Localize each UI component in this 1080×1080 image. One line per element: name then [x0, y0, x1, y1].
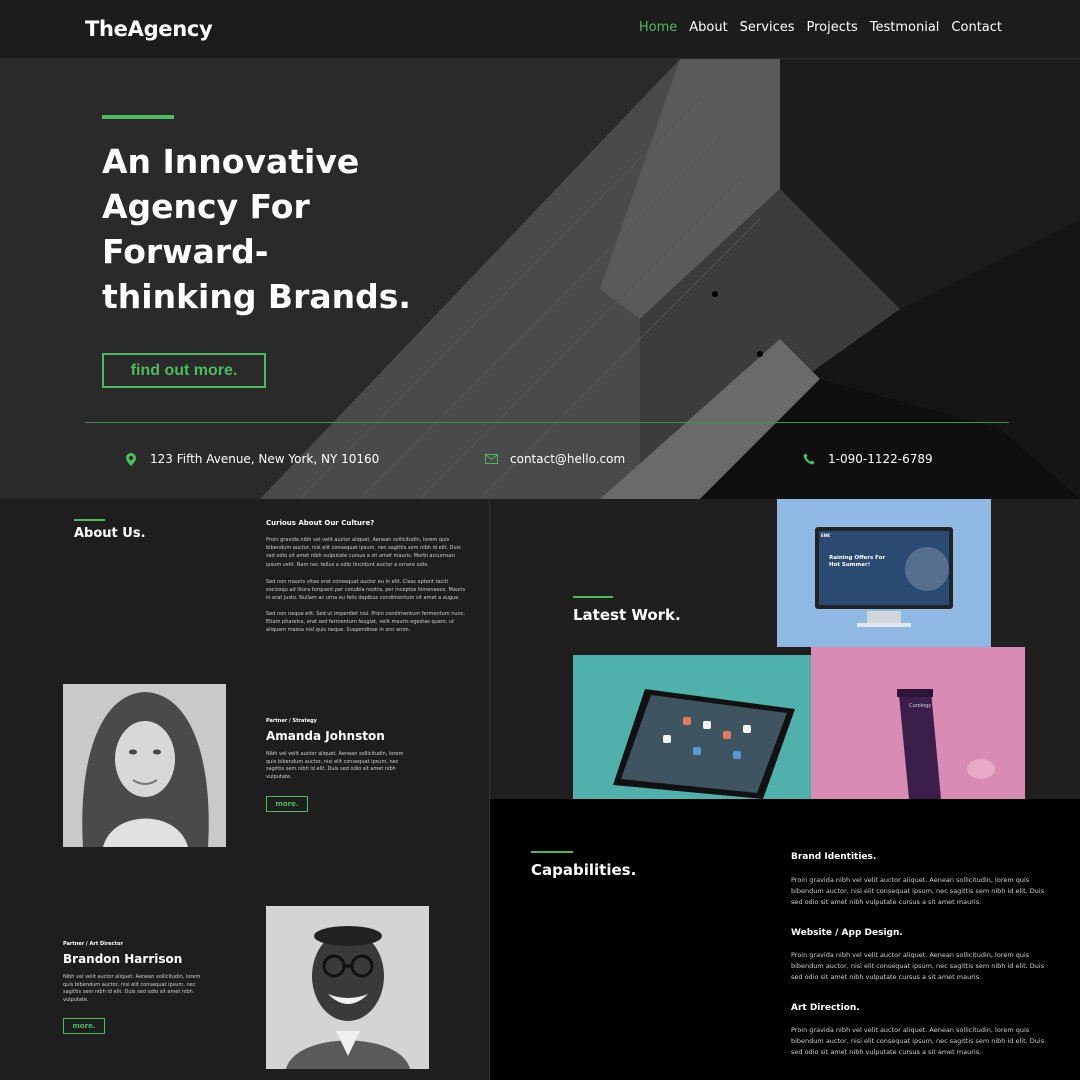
about-section: About Us. Curious About Our Culture? Pro…	[0, 499, 488, 1080]
nav-link-projects[interactable]: Projects	[807, 20, 858, 35]
capability-text: Proin gravida nibh vel velit auctor aliq…	[791, 951, 1045, 981]
project-tablet-tile[interactable]	[573, 655, 811, 799]
capability-heading: Brand Identities.	[791, 852, 877, 862]
project-monitor-tile[interactable]: ENK Raining Offers For Hot Summer!	[777, 499, 991, 647]
about-paragraph: Sed non neque elit. Sed ut imperdiet nis…	[266, 611, 466, 634]
contact-email[interactable]: contact@hello.com	[484, 452, 625, 466]
team-name: Brandon Harrison	[63, 952, 183, 966]
email-text[interactable]: contact@hello.com	[510, 452, 625, 466]
nav-link-services[interactable]: Services	[740, 20, 795, 35]
nav-links: Home About Services Projects Testmonial …	[639, 20, 1002, 35]
capability-heading: Website / App Design.	[791, 928, 903, 938]
team-bio: Nibh vel velit auctor aliquet. Aenean so…	[63, 974, 201, 1003]
capabilities-section: Capabilities. Brand Identities. Proin gr…	[489, 799, 1080, 1080]
address-text: 123 Fifth Avenue, New York, NY 10160	[150, 452, 380, 466]
top-navbar: TheAgency Home About Services Projects T…	[0, 0, 1080, 59]
monitor-brand: ENK	[821, 533, 831, 538]
team-bio: Nibh vel velit auctor aliquet. Aenean so…	[266, 751, 404, 780]
about-paragraph: Proin gravida nibh vel velit auctor aliq…	[266, 537, 461, 568]
more-button[interactable]: more.	[266, 796, 308, 812]
capability-heading: Art Direction.	[791, 1003, 860, 1013]
about-subtitle: Curious About Our Culture?	[266, 519, 375, 527]
work-title: Latest Work.	[573, 606, 681, 624]
hero-section: An Innovative Agency For Forward-thinkin…	[0, 59, 1080, 499]
monitor-headline: Raining Offers For Hot Summer!	[829, 555, 886, 568]
hero-accent-bar	[102, 115, 174, 119]
about-paragraph: Sed non mauris vitae erat consequat auct…	[266, 579, 466, 602]
more-button[interactable]: more.	[63, 1018, 105, 1034]
capabilities-title: Capabilities.	[531, 861, 637, 879]
avatar-amanda-johnston	[63, 684, 226, 847]
avatar-brandon-harrison	[266, 906, 429, 1069]
nav-link-testimonial[interactable]: Testmonial	[870, 20, 940, 35]
about-title: About Us.	[74, 526, 146, 541]
find-out-more-button[interactable]: find out more.	[102, 353, 266, 388]
capabilities-accent-bar	[531, 851, 573, 853]
phone-icon	[802, 452, 816, 466]
nav-link-contact[interactable]: Contact	[951, 20, 1002, 35]
team-role: Partner / Strategy	[266, 718, 317, 724]
nav-link-home[interactable]: Home	[639, 20, 677, 35]
capability-text: Proin gravida nibh vel velit auctor aliq…	[791, 1026, 1045, 1056]
latest-work-section: Latest Work. ENK Raining Offers For Hot …	[489, 499, 1080, 799]
phone-text[interactable]: 1-090-1122-6789	[828, 452, 933, 466]
logo[interactable]: TheAgency	[85, 17, 213, 41]
contact-phone[interactable]: 1-090-1122-6789	[802, 452, 933, 466]
team-role: Partner / Art Director	[63, 941, 123, 947]
hero-title: An Innovative Agency For Forward-thinkin…	[102, 142, 411, 316]
about-accent-bar	[74, 519, 105, 521]
work-accent-bar	[573, 596, 613, 598]
project-tube-tile[interactable]: Curology	[811, 647, 1025, 799]
mail-icon	[484, 452, 498, 466]
hero-divider	[85, 422, 1009, 423]
capability-text: Proin gravida nibh vel velit auctor aliq…	[791, 876, 1045, 906]
team-name: Amanda Johnston	[266, 729, 385, 743]
nav-link-about[interactable]: About	[689, 20, 727, 35]
map-pin-icon	[124, 452, 138, 466]
contact-address: 123 Fifth Avenue, New York, NY 10160	[124, 452, 379, 466]
tube-brand: Curology	[909, 703, 932, 709]
